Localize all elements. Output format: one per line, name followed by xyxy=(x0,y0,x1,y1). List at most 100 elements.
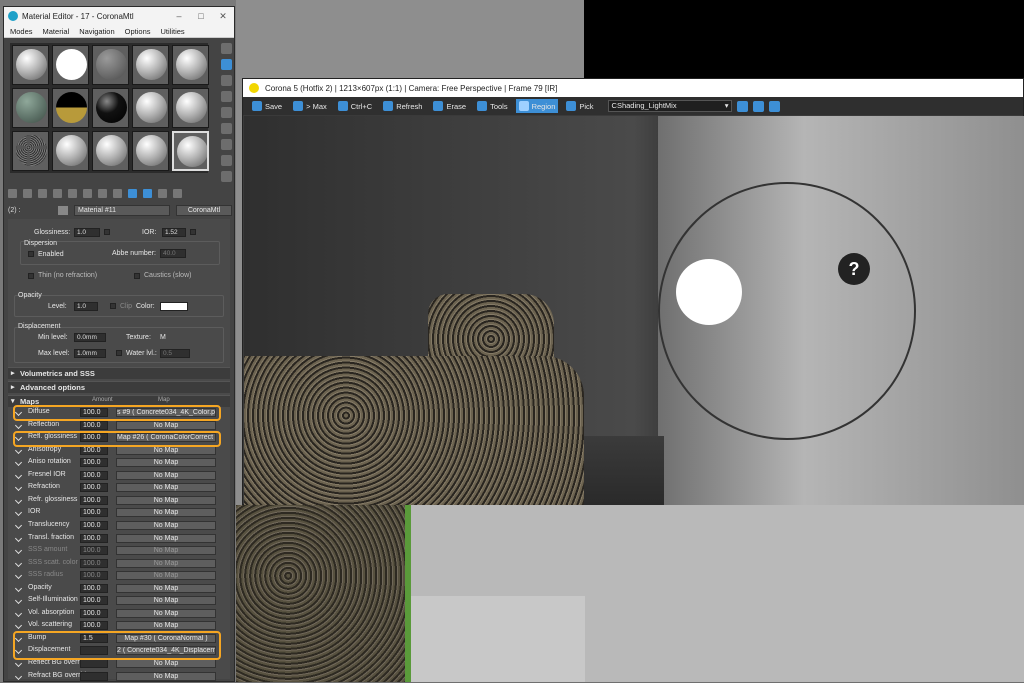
water-level-field[interactable]: 0.5 xyxy=(160,349,190,358)
map-enable-checkbox[interactable] xyxy=(14,572,23,580)
opacity-color-swatch[interactable] xyxy=(160,302,188,311)
map-amount-field[interactable] xyxy=(80,659,108,668)
map-enable-checkbox[interactable] xyxy=(14,509,23,517)
help-icon[interactable]: ? xyxy=(838,253,870,285)
menu-modes[interactable]: Modes xyxy=(10,27,33,36)
delete-icon[interactable] xyxy=(68,188,77,198)
map-enable-checkbox[interactable] xyxy=(14,484,23,492)
backlight-icon[interactable] xyxy=(221,59,232,70)
map-enable-checkbox[interactable] xyxy=(14,496,23,504)
options-icon[interactable] xyxy=(221,139,232,150)
map-amount-field[interactable]: 100.0 xyxy=(80,520,108,530)
zoom-fit-icon[interactable] xyxy=(768,100,780,112)
map-amount-field[interactable]: 100.0 xyxy=(80,558,108,568)
material-slot[interactable] xyxy=(172,88,209,128)
map-slot-button[interactable]: No Map xyxy=(116,533,216,543)
copy-button[interactable]: Ctrl+C xyxy=(335,99,375,113)
material-navigator-icon[interactable] xyxy=(221,171,232,182)
thin-checkbox[interactable] xyxy=(28,273,34,279)
map-amount-field[interactable]: 100.0 xyxy=(80,420,108,430)
material-slot[interactable] xyxy=(12,88,49,128)
material-slot[interactable] xyxy=(92,88,129,128)
region-button[interactable]: Region xyxy=(515,99,559,113)
zoom-out-icon[interactable] xyxy=(752,100,764,112)
show-shaded-icon[interactable] xyxy=(128,188,137,198)
map-enable-checkbox[interactable] xyxy=(14,622,23,630)
background-icon[interactable] xyxy=(221,75,232,86)
material-slot[interactable] xyxy=(12,131,49,171)
caustics-checkbox[interactable] xyxy=(134,273,140,279)
go-forward-icon[interactable] xyxy=(173,188,182,198)
texture-map-button[interactable]: M xyxy=(160,334,166,341)
material-slot[interactable] xyxy=(12,45,49,85)
map-amount-field[interactable]: 100.0 xyxy=(80,533,108,543)
map-slot-button[interactable]: No Map xyxy=(116,596,216,606)
map-slot-button[interactable]: No Map xyxy=(116,520,216,530)
map-amount-field[interactable]: 100.0 xyxy=(80,495,108,505)
material-type-button[interactable]: CoronaMtl xyxy=(176,204,232,216)
material-slot[interactable] xyxy=(172,45,209,85)
zoom-in-icon[interactable] xyxy=(736,100,748,112)
minimize-button[interactable]: – xyxy=(168,11,190,21)
rollout-advanced[interactable]: Advanced options xyxy=(8,381,230,393)
water-level-checkbox[interactable] xyxy=(116,350,122,356)
erase-button[interactable]: Erase xyxy=(430,99,469,113)
map-enable-checkbox[interactable] xyxy=(14,421,23,429)
material-id-icon[interactable] xyxy=(113,188,122,198)
material-slot[interactable] xyxy=(132,45,169,85)
glossiness-field[interactable]: 1.0 xyxy=(74,228,100,237)
glossiness-map-button[interactable] xyxy=(104,229,110,235)
render-view[interactable]: ? xyxy=(244,116,1024,505)
material-slot[interactable] xyxy=(52,131,89,171)
map-slot-button[interactable]: No Map xyxy=(116,571,216,581)
preview-icon[interactable] xyxy=(221,123,232,134)
assign-to-selection-icon[interactable] xyxy=(38,188,47,198)
material-slot[interactable] xyxy=(52,45,89,85)
map-slot-button[interactable]: No Map xyxy=(116,671,216,681)
map-slot-button[interactable]: No Map xyxy=(116,458,216,468)
max-level-field[interactable]: 1.0mm xyxy=(74,349,106,358)
map-enable-checkbox[interactable] xyxy=(14,446,23,454)
refresh-button[interactable]: Refresh xyxy=(380,99,425,113)
map-enable-checkbox[interactable] xyxy=(14,559,23,567)
map-amount-field[interactable]: 100.0 xyxy=(80,596,108,606)
map-amount-field[interactable]: 100.0 xyxy=(80,583,108,593)
material-slot[interactable] xyxy=(92,45,129,85)
render-pass-dropdown[interactable]: CShading_LightMix xyxy=(607,100,732,112)
map-enable-checkbox[interactable] xyxy=(14,609,23,617)
material-slot[interactable] xyxy=(132,131,169,171)
rollout-volumetrics[interactable]: Volumetrics and SSS xyxy=(8,367,230,379)
close-button[interactable]: ✕ xyxy=(212,11,234,22)
reset-map-icon[interactable] xyxy=(53,188,62,198)
map-slot-button[interactable]: No Map xyxy=(116,483,216,493)
map-amount-field[interactable]: 100.0 xyxy=(80,571,108,581)
maximize-button[interactable]: □ xyxy=(190,11,212,21)
ior-field[interactable]: 1.52 xyxy=(162,228,186,237)
menu-utilities[interactable]: Utilities xyxy=(161,27,185,36)
pick-button[interactable]: Pick xyxy=(563,99,596,113)
map-slot-button[interactable]: No Map xyxy=(116,420,216,430)
map-slot-button[interactable]: No Map xyxy=(116,470,216,480)
opacity-level-field[interactable]: 1.0 xyxy=(74,302,98,311)
material-name-field[interactable]: Material #11 xyxy=(74,204,170,216)
go-to-parent-icon[interactable] xyxy=(158,188,167,198)
make-unique-icon[interactable] xyxy=(83,188,92,198)
map-enable-checkbox[interactable] xyxy=(14,584,23,592)
map-amount-field[interactable]: 100.0 xyxy=(80,508,108,518)
map-amount-field[interactable]: 100.0 xyxy=(80,458,108,468)
map-amount-field[interactable]: 100.0 xyxy=(80,546,108,556)
map-slot-button[interactable]: No Map xyxy=(116,546,216,556)
menu-material[interactable]: Material xyxy=(43,27,70,36)
menu-navigation[interactable]: Navigation xyxy=(79,27,114,36)
map-enable-checkbox[interactable] xyxy=(14,597,23,605)
map-slot-button[interactable]: No Map xyxy=(116,508,216,518)
material-slot[interactable] xyxy=(52,88,89,128)
material-slot[interactable] xyxy=(132,88,169,128)
abbe-field[interactable]: 40.0 xyxy=(160,249,186,258)
map-enable-checkbox[interactable] xyxy=(14,672,23,680)
ior-map-button[interactable] xyxy=(190,229,196,235)
map-slot-button[interactable]: No Map xyxy=(116,583,216,593)
material-slot[interactable] xyxy=(92,131,129,171)
eyedropper-icon[interactable] xyxy=(58,205,68,215)
dispersion-enabled-checkbox[interactable] xyxy=(28,251,34,257)
